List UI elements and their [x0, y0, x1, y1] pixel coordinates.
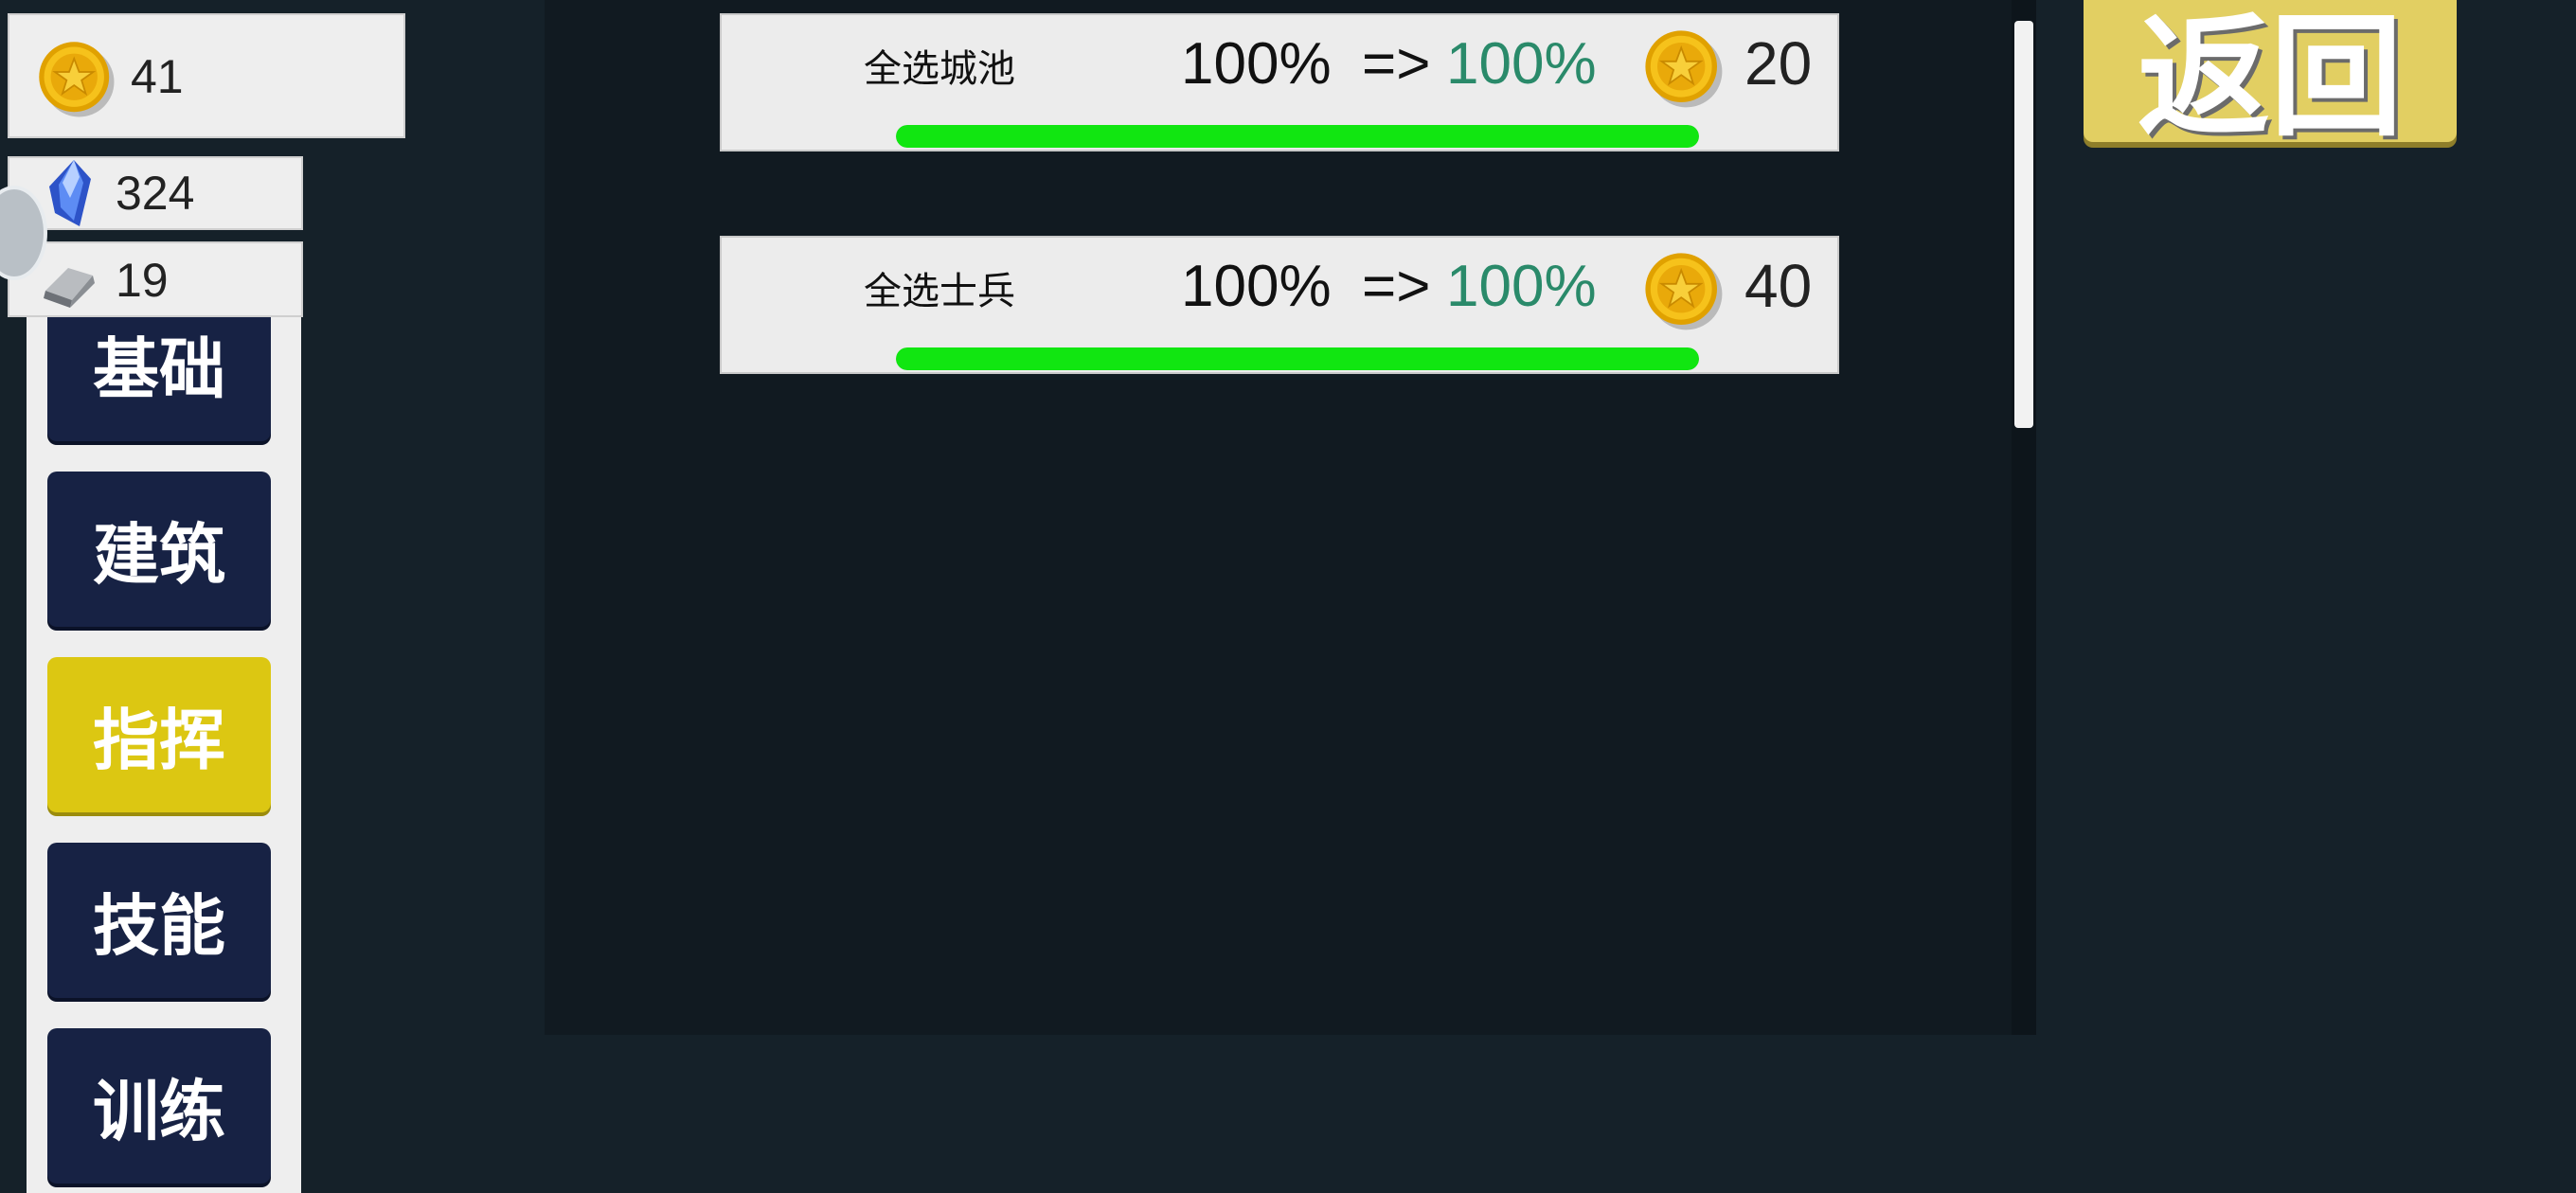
next-value: 100% — [1446, 31, 1597, 97]
gold-coin-icon — [1640, 247, 1726, 334]
nav-building[interactable]: 建筑 — [47, 472, 271, 627]
blue-crystal-icon — [49, 160, 91, 226]
return-button[interactable]: 返回 — [2084, 0, 2457, 155]
gem-counter: 324 — [8, 156, 303, 230]
upgrade-name: 全选城池 — [864, 47, 1015, 91]
gold-counter: 41 — [8, 13, 405, 138]
iron-counter: 19 — [8, 241, 303, 317]
scrollbar-thumb[interactable] — [2014, 21, 2033, 428]
upgrade-list-panel[interactable] — [545, 0, 2036, 1035]
progress-bar — [896, 125, 1699, 148]
gold-coin-icon — [34, 36, 117, 121]
current-value: 100% — [1181, 31, 1332, 97]
gold-amount: 41 — [131, 50, 184, 103]
upgrade-name: 全选士兵 — [864, 270, 1015, 313]
iron-ingot-icon — [44, 268, 95, 308]
gold-coin-icon — [1640, 25, 1726, 112]
next-value: 100% — [1446, 254, 1597, 319]
arrow-text: => — [1362, 254, 1431, 319]
upgrade-row-soldiers[interactable]: 全选士兵 100% => 100% 40 — [720, 236, 1839, 374]
nav-command[interactable]: 指挥 — [47, 657, 271, 812]
gem-amount: 324 — [116, 167, 195, 220]
progress-bar-fill — [896, 125, 1699, 148]
progress-bar-fill — [896, 347, 1699, 370]
progress-bar — [896, 347, 1699, 370]
arrow-text: => — [1362, 31, 1431, 97]
current-value: 100% — [1181, 254, 1332, 319]
upgrade-cost: 40 — [1744, 252, 1813, 320]
iron-amount: 19 — [116, 254, 169, 307]
upgrade-cost: 20 — [1744, 29, 1813, 98]
upgrade-row-cities[interactable]: 全选城池 100% => 100% 20 — [720, 13, 1839, 151]
nav-training[interactable]: 训练 — [47, 1028, 271, 1184]
nav-skill[interactable]: 技能 — [47, 843, 271, 998]
